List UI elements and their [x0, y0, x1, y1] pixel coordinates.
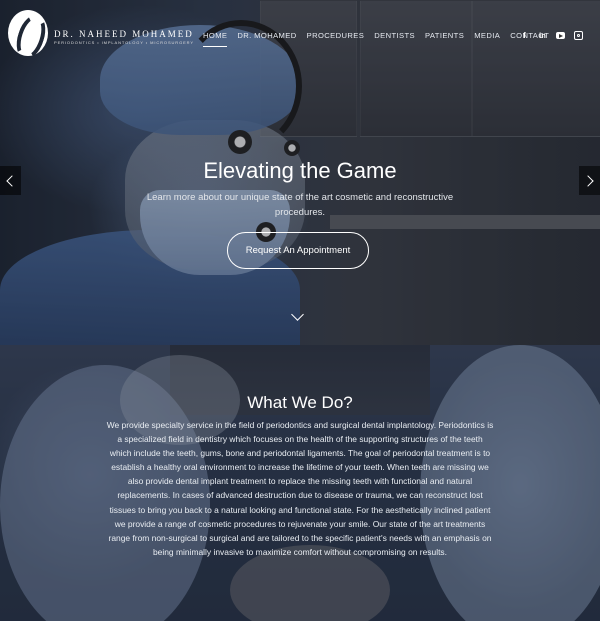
chevron-left-icon [6, 174, 18, 187]
facebook-icon[interactable]: f [520, 31, 529, 40]
nav-item-dentists[interactable]: DENTISTS [374, 31, 415, 40]
nav-item-home[interactable]: HOME [203, 31, 228, 47]
slider-prev-button[interactable] [0, 166, 21, 195]
nav-item-dr-mohamed[interactable]: DR. MOHAMED [237, 31, 296, 40]
what-we-do-section: What We Do? We provide specialty service… [0, 345, 600, 621]
hero-subtitle: Learn more about our unique state of the… [146, 192, 454, 218]
request-appointment-button[interactable]: Request An Appointment [227, 232, 369, 269]
instagram-icon[interactable] [574, 31, 583, 40]
section-title: What We Do? [247, 393, 353, 412]
section-body: We provide specialty service in the fiel… [106, 420, 494, 557]
brand-name[interactable]: DR. NAHEED MOHAMED [54, 29, 194, 39]
social-links: f in [520, 31, 583, 40]
linkedin-icon[interactable]: in [538, 31, 547, 40]
hero-title: Elevating the Game [203, 158, 397, 183]
nav-item-procedures[interactable]: PROCEDURES [307, 31, 365, 40]
brand-tagline: PERIODONTICS • IMPLANTOLOGY • MICROSURGE… [54, 40, 194, 45]
hero-section: DR. NAHEED MOHAMED PERIODONTICS • IMPLAN… [0, 0, 600, 345]
nav-item-patients[interactable]: PATIENTS [425, 31, 464, 40]
main-nav: HOME DR. MOHAMED PROCEDURES DENTISTS PAT… [203, 31, 559, 47]
youtube-icon[interactable] [556, 31, 565, 40]
nav-item-media[interactable]: MEDIA [474, 31, 500, 40]
slider-next-button[interactable] [579, 166, 600, 195]
chevron-right-icon [582, 174, 594, 187]
